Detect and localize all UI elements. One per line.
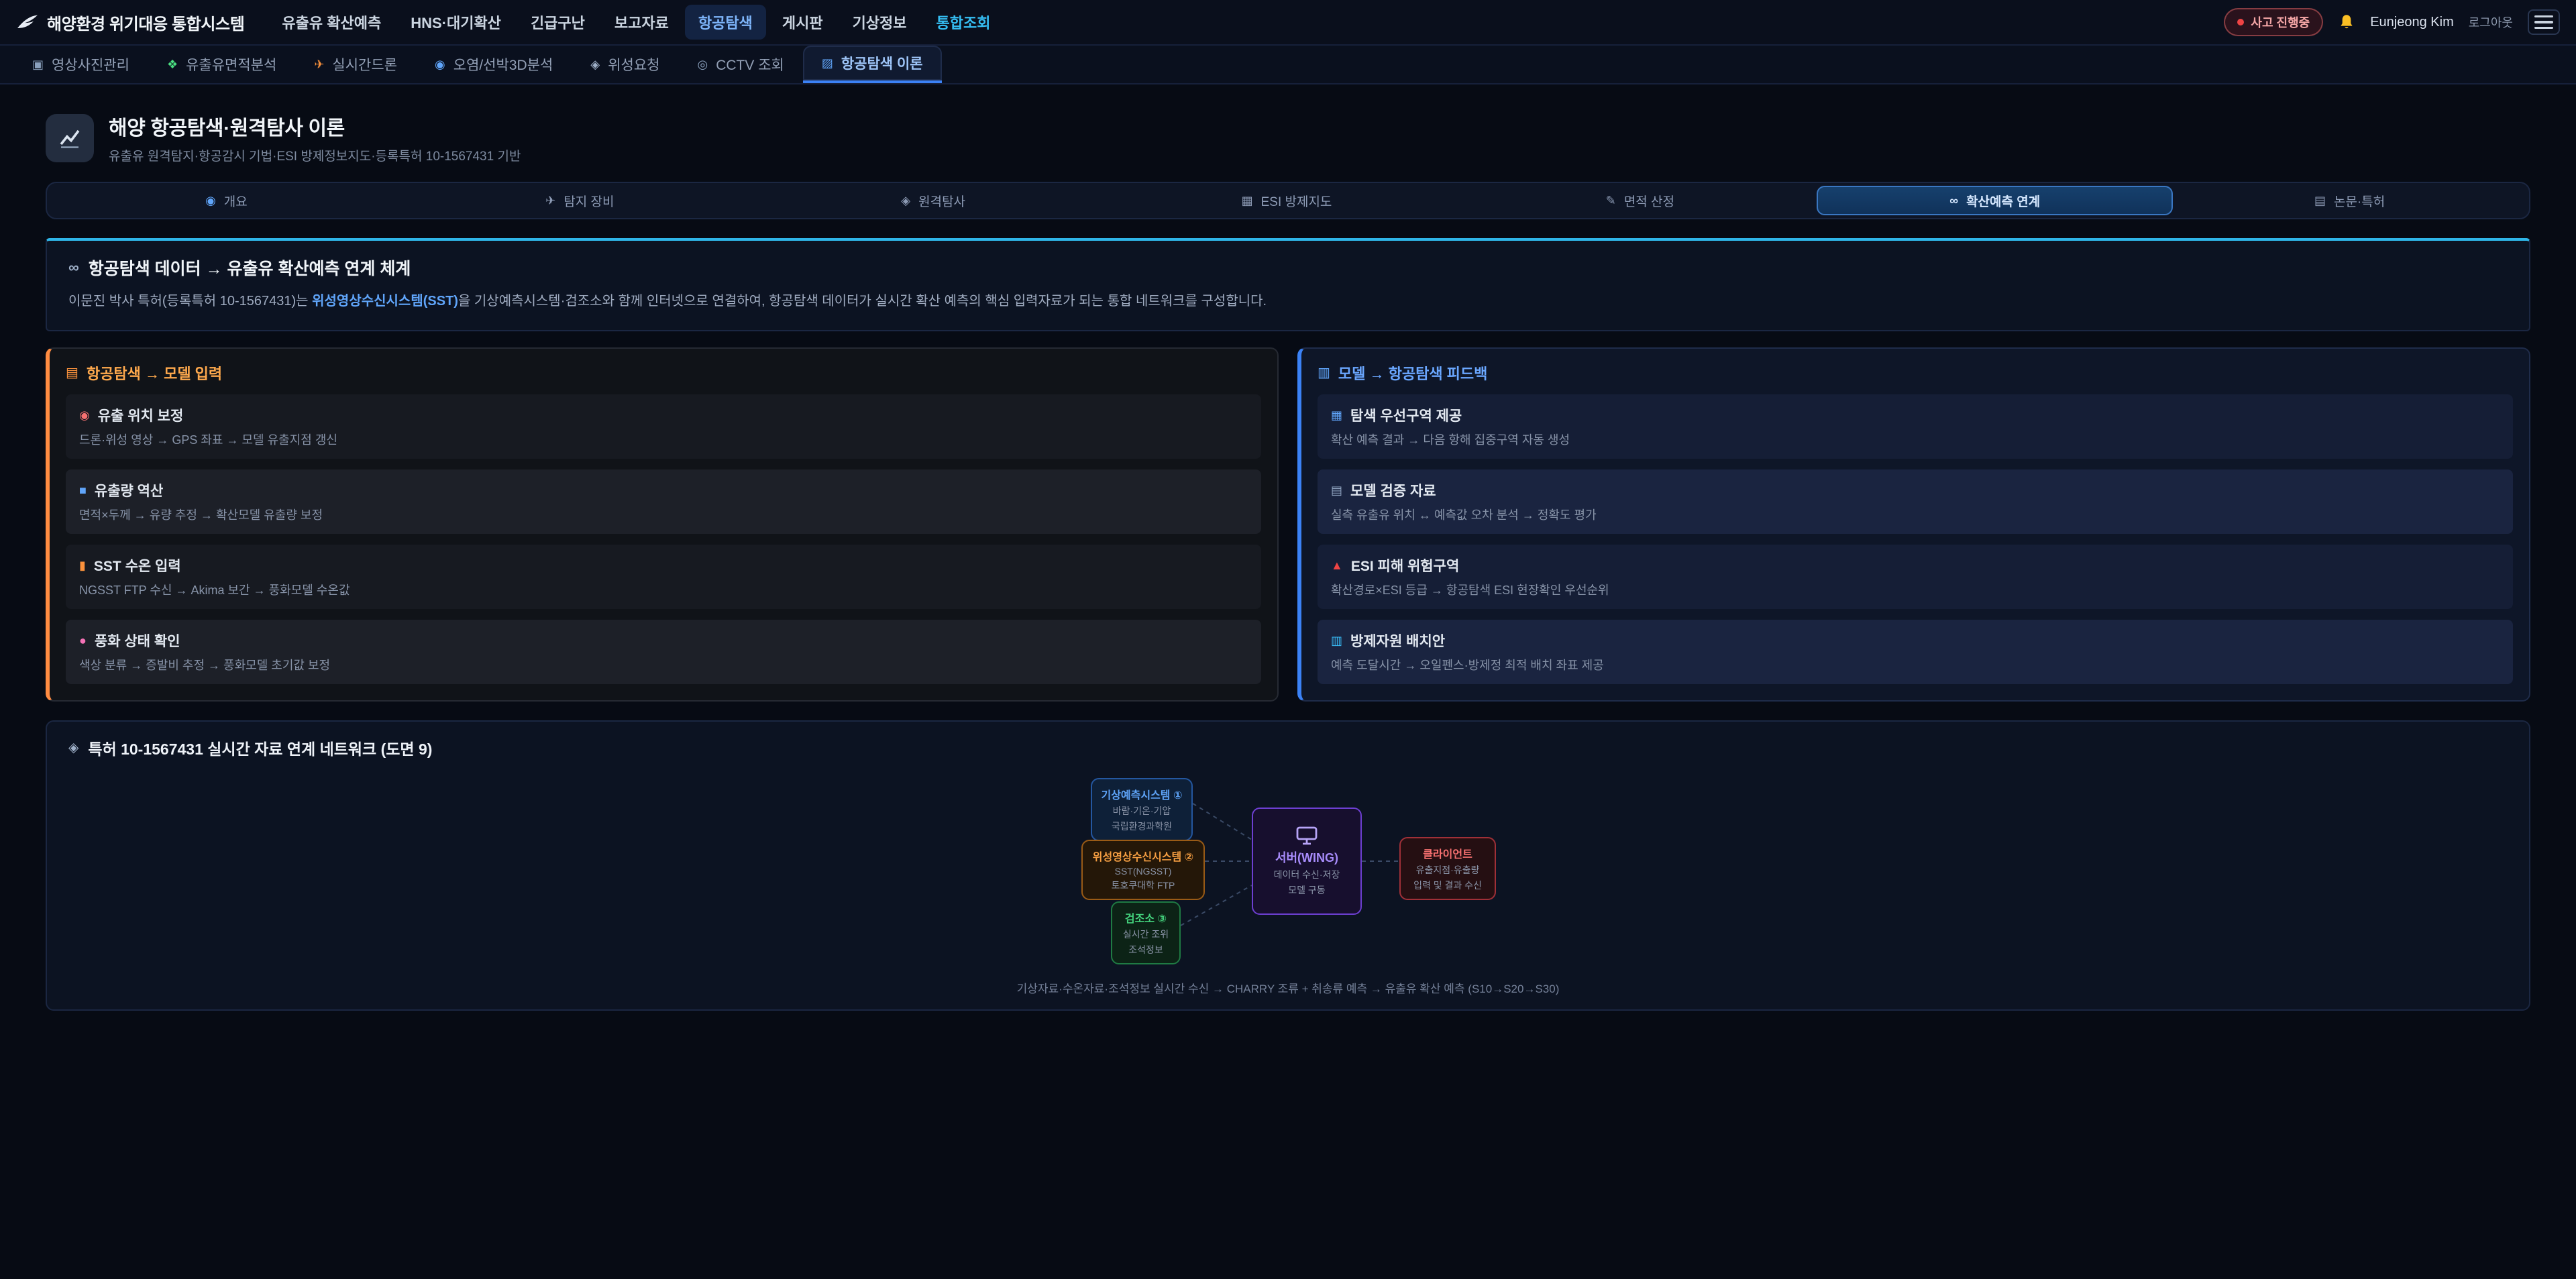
network-caption: 기상자료·수온자료·조석정보 실시간 수신 → CHARRY 조류 + 취송류 … — [68, 979, 2508, 996]
menu-emergency-rescue[interactable]: 긴급구난 — [517, 5, 598, 40]
nav-overview[interactable]: ◉ 개요 — [50, 186, 403, 215]
incident-status-badge[interactable]: 사고 진행중 — [2224, 8, 2323, 36]
node-client: 클라이언트 유출지점·유출량 입력 및 결과 수신 — [1399, 837, 1496, 900]
page-title: 해양 항공탐색·원격탐사 이론 — [109, 111, 521, 141]
map-icon: ▦ — [1242, 194, 1253, 207]
tab-aerial-search-theory[interactable]: ▨ 항공탐색 이론 — [803, 46, 942, 83]
area-analysis-icon: ❖ — [167, 58, 178, 70]
input-panel-header: ▤ 항공탐색 → 모델 입력 — [66, 362, 1261, 384]
feedback-panel-header: ▥ 모델 → 항공탐색 피드백 — [1318, 362, 2513, 384]
drone-icon: ✈ — [314, 58, 324, 70]
chart-icon: ▨ — [822, 57, 833, 69]
node-satellite-receiving-system: 위성영상수신시스템 ② SST(NGSST) 토호쿠대학 FTP — [1081, 840, 1205, 900]
sphere-3d-icon: ◉ — [435, 58, 445, 70]
document-icon: ▤ — [2314, 194, 2326, 207]
menu-weather-info[interactable]: 기상정보 — [839, 5, 920, 40]
topnav-right-cluster: 사고 진행중 Eunjeong Kim 로그아웃 — [2224, 8, 2560, 36]
intro-title-row: ∞ 항공탐색 데이터 → 유출유 확산예측 연계 체계 — [68, 256, 2508, 280]
satellite-icon: ◈ — [590, 58, 600, 70]
row-spill-location-correction: ◉유출 위치 보정 드론·위성 영상 → GPS 좌표 → 모델 유출지점 갱신 — [66, 394, 1261, 459]
logout-button[interactable]: 로그아웃 — [2469, 13, 2513, 31]
document-icon: ▤ — [1331, 484, 1342, 496]
intro-card: ∞ 항공탐색 데이터 → 유출유 확산예측 연계 체계 이문진 박사 특허(등록… — [46, 238, 2530, 331]
link-icon: ∞ — [68, 260, 79, 275]
wing-logo-icon — [16, 14, 39, 30]
page-title-chart-icon — [46, 114, 94, 162]
nav-detection-equipment[interactable]: ✈ 탐지 장비 — [403, 186, 757, 215]
app-title: 해양환경 위기대응 통합시스템 — [47, 11, 244, 34]
menu-integrated-search[interactable]: 통합조회 — [923, 5, 1004, 40]
cctv-camera-icon: ◎ — [697, 58, 708, 70]
nav-diffusion-prediction-link[interactable]: ∞ 확산예측 연계 — [1817, 186, 2173, 215]
row-model-validation-data: ▤모델 검증 자료 실측 유출유 위치 ↔ 예측값 오차 분석 → 정확도 평가 — [1318, 469, 2513, 534]
alert-icon: ▲ — [1331, 559, 1343, 571]
row-spill-volume-inversion: ■유출량 역산 면적×두께 → 유량 추정 → 확산모델 유출량 보정 — [66, 469, 1261, 534]
row-sst-temperature-input: ▮SST 수온 입력 NGSST FTP 수신 → Akima 보간 → 풍화모… — [66, 545, 1261, 609]
tab-cctv-view[interactable]: ◎ CCTV 조회 — [678, 46, 802, 83]
nav-papers-patents[interactable]: ▤ 논문·특허 — [2173, 186, 2526, 215]
chart-icon: ▥ — [1331, 634, 1342, 647]
menu-report-materials[interactable]: 보고자료 — [601, 5, 682, 40]
intro-title: 항공탐색 데이터 → 유출유 확산예측 연계 체계 — [89, 256, 411, 280]
tab-satellite-request[interactable]: ◈ 위성요청 — [572, 46, 678, 83]
link-icon: ∞ — [1949, 194, 1958, 207]
input-panel: ▤ 항공탐색 → 모델 입력 ◉유출 위치 보정 드론·위성 영상 → GPS … — [46, 347, 1279, 702]
nav-area-calculation[interactable]: ✎ 면적 산정 — [1463, 186, 1817, 215]
row-response-resource-deployment: ▥방제자원 배치안 예측 도달시간 → 오일펜스·방제정 최적 배치 좌표 제공 — [1318, 620, 2513, 684]
status-dot-icon — [2237, 19, 2244, 25]
menu-aerial-search[interactable]: 항공탐색 — [685, 5, 766, 40]
node-wing-server: 서버(WING) 데이터 수신·저장 모델 구동 — [1252, 808, 1362, 915]
notification-bell-icon[interactable] — [2338, 13, 2355, 31]
incident-badge-label: 사고 진행중 — [2251, 13, 2310, 31]
feedback-panel: ▥ 모델 → 항공탐색 피드백 ▦탐색 우선구역 제공 확산 예측 결과 → 다… — [1297, 347, 2530, 702]
network-card: ◈ 특허 10-1567431 실시간 자료 연계 네트워크 (도면 9) 기상… — [46, 720, 2530, 1011]
app-root: 해양환경 위기대응 통합시스템 유출유 확산예측 HNS·대기확산 긴급구난 보… — [0, 0, 2576, 1279]
top-navigation: 해양환경 위기대응 통합시스템 유출유 확산예측 HNS·대기확산 긴급구난 보… — [0, 0, 2576, 46]
subtab-bar: ▣ 영상사진관리 ❖ 유출유면적분석 ✈ 실시간드론 ◉ 오염/선박3D분석 ◈… — [0, 46, 2576, 85]
menu-board[interactable]: 게시판 — [769, 5, 837, 40]
network-title-row: ◈ 특허 10-1567431 실시간 자료 연계 네트워크 (도면 9) — [68, 736, 2508, 759]
antenna-icon: ◈ — [68, 741, 78, 755]
nav-esi-map[interactable]: ▦ ESI 방제지도 — [1110, 186, 1464, 215]
pencil-icon: ✎ — [1606, 194, 1616, 207]
row-priority-search-zone: ▦탐색 우선구역 제공 확산 예측 결과 → 다음 항해 집중구역 자동 생성 — [1318, 394, 2513, 459]
network-diagram: 기상예측시스템 ① 바람·기온·기압 국립환경과학원 위성영상수신시스템 ② S… — [1060, 770, 1516, 968]
page-header: 해양 항공탐색·원격탐사 이론 유출유 원격탐지·항공감시 기법·ESI 방제정… — [46, 111, 2530, 164]
square-area-icon: ■ — [79, 484, 87, 496]
app-logo[interactable]: 해양환경 위기대응 통합시스템 — [16, 11, 244, 34]
server-monitor-icon — [1295, 826, 1318, 846]
hamburger-menu-button[interactable] — [2528, 9, 2560, 35]
image-icon: ▣ — [32, 58, 44, 70]
node-weather-prediction-system: 기상예측시스템 ① 바람·기온·기압 국립환경과학원 — [1091, 778, 1193, 841]
user-name[interactable]: Eunjeong Kim — [2370, 15, 2454, 30]
menu-spill-diffusion-prediction[interactable]: 유출유 확산예측 — [268, 5, 394, 40]
tab-realtime-drone[interactable]: ✈ 실시간드론 — [295, 46, 416, 83]
map-grid-icon: ▦ — [1331, 409, 1342, 421]
row-esi-risk-zone: ▲ESI 피해 위험구역 확산경로×ESI 등급 → 항공탐색 ESI 현장확인… — [1318, 545, 2513, 609]
pin-icon: ◉ — [79, 409, 90, 421]
thermometer-icon: ▮ — [79, 559, 86, 571]
node-tide-station: 검조소 ③ 실시간 조위 조석정보 — [1111, 901, 1181, 964]
tab-image-photo-management[interactable]: ▣ 영상사진관리 — [13, 46, 148, 83]
bar-chart-icon: ▥ — [1318, 366, 1330, 380]
sst-system-link[interactable]: 위성영상수신시스템(SST) — [312, 294, 458, 309]
overview-icon: ◉ — [205, 194, 216, 207]
intro-body: 이문진 박사 특허(등록특허 10-1567431)는 위성영상수신시스템(SS… — [68, 290, 2508, 313]
tab-pollution-ship-3d[interactable]: ◉ 오염/선박3D분석 — [416, 46, 572, 83]
panels-row: ▤ 항공탐색 → 모델 입력 ◉유출 위치 보정 드론·위성 영상 → GPS … — [46, 347, 2530, 702]
aircraft-icon: ✈ — [545, 194, 555, 207]
satellite-icon: ◈ — [901, 194, 910, 207]
page-subtitle: 유출유 원격탐지·항공감시 기법·ESI 방제정보지도·등록특허 10-1567… — [109, 146, 521, 164]
nav-remote-sensing[interactable]: ◈ 원격탐사 — [757, 186, 1110, 215]
main-menu: 유출유 확산예측 HNS·대기확산 긴급구난 보고자료 항공탐색 게시판 기상정… — [268, 5, 1004, 40]
row-weathering-state-check: ●풍화 상태 확인 색상 분류 → 증발비 추정 → 풍화모델 초기값 보정 — [66, 620, 1261, 684]
main-content: 해양 항공탐색·원격탐사 이론 유출유 원격탐지·항공감시 기법·ESI 방제정… — [0, 111, 2576, 1011]
section-nav: ◉ 개요 ✈ 탐지 장비 ◈ 원격탐사 ▦ ESI 방제지도 ✎ 면적 산정 ∞… — [46, 182, 2530, 219]
menu-hns-atmospheric[interactable]: HNS·대기확산 — [397, 5, 515, 40]
clipboard-icon: ▤ — [66, 366, 78, 380]
tab-spill-area-analysis[interactable]: ❖ 유출유면적분석 — [148, 46, 295, 83]
network-title: 특허 10-1567431 실시간 자료 연계 네트워크 (도면 9) — [88, 736, 432, 759]
oil-drum-icon: ● — [79, 634, 87, 647]
